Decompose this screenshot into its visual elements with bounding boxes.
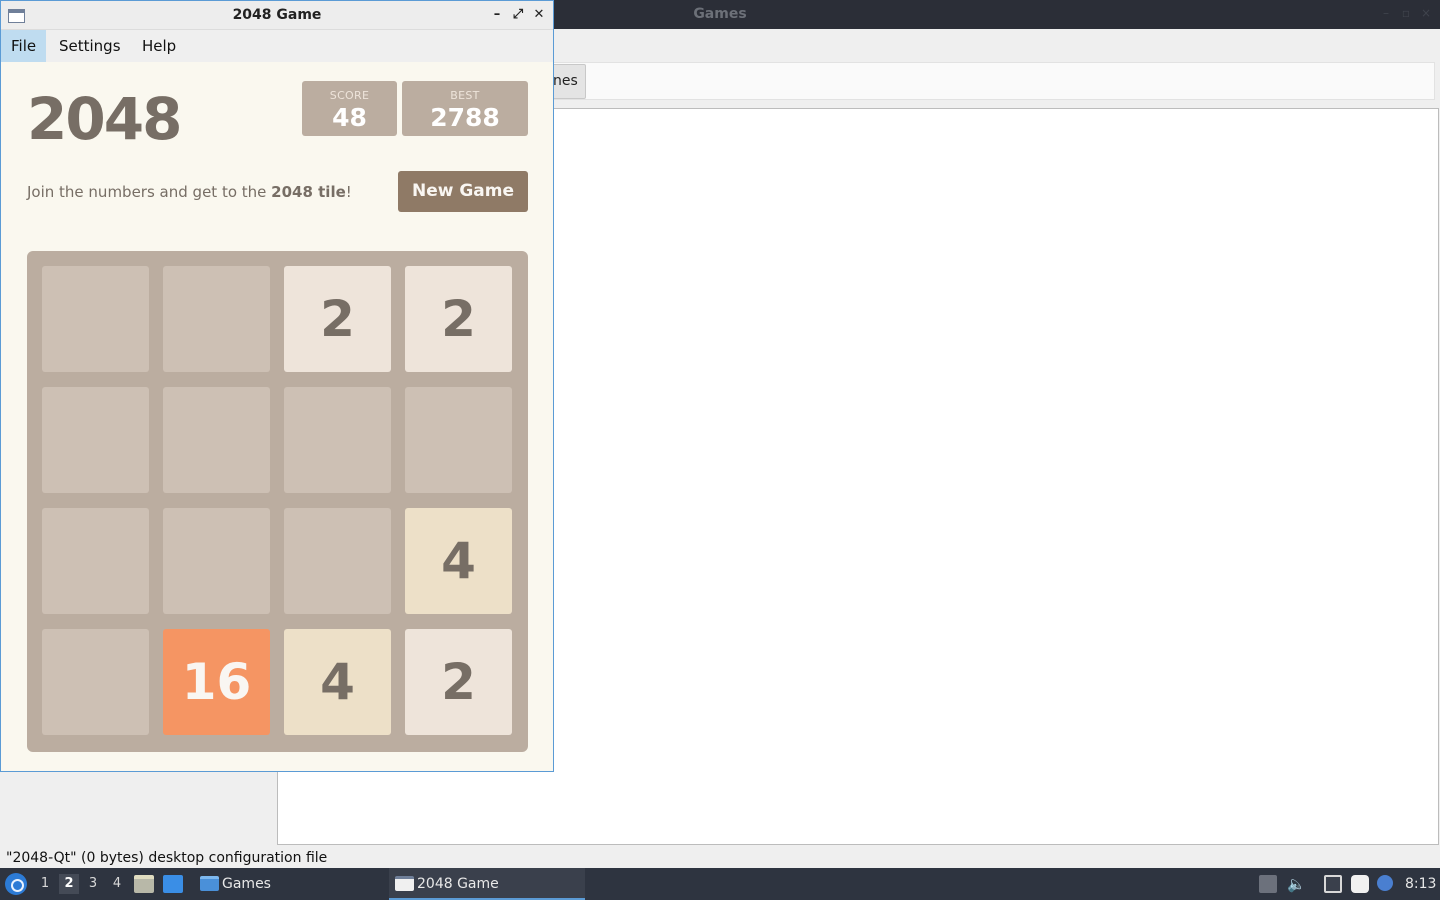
window-icon (395, 876, 414, 891)
tagline-text: Join the numbers and get to the (27, 183, 272, 201)
game-area: 2048 SCORE 48 BEST 2788 Join the numbers… (1, 62, 553, 771)
tile-r0-c3: 2 (405, 266, 512, 372)
volume-icon[interactable]: 🔈 (1287, 875, 1306, 893)
bg-maximize-icon[interactable]: ▫ (1400, 7, 1412, 19)
best-label: BEST (450, 89, 480, 102)
tile-r2-c3: 4 (405, 508, 512, 614)
tile-r3-c2: 4 (284, 629, 391, 735)
tile-r3-c1: 16 (163, 629, 270, 735)
start-menu-icon[interactable] (5, 873, 27, 895)
game-title: 2048 (27, 85, 182, 153)
file-manager-launcher-icon[interactable] (134, 875, 154, 893)
tile-r0-c1 (163, 266, 270, 372)
game-window: 2048 Game – ⤢ ✕ File Settings Help 2048 … (0, 0, 554, 772)
workspace-1[interactable]: 1 (35, 874, 55, 894)
bg-minimize-icon[interactable]: – (1380, 7, 1392, 19)
task-games[interactable]: Games (194, 868, 384, 900)
task-2048-game[interactable]: 2048 Game (389, 868, 585, 900)
best-value: 2788 (430, 103, 500, 132)
best-box: BEST 2788 (402, 81, 528, 136)
menu-settings[interactable]: Settings (49, 30, 131, 62)
tile-r1-c2 (284, 387, 391, 493)
window-titlebar[interactable]: 2048 Game – ⤢ ✕ (1, 1, 553, 30)
path-tab-label: nes (553, 73, 578, 89)
taskbar: 1 2 3 4 Games 2048 Game 🔈 8:13 (0, 868, 1440, 900)
tile-r1-c3 (405, 387, 512, 493)
clock[interactable]: 8:13 (1405, 868, 1436, 900)
new-game-button[interactable]: New Game (398, 171, 528, 212)
tile-r3-c3: 2 (405, 629, 512, 735)
task-2048-label: 2048 Game (417, 876, 499, 892)
score-box: SCORE 48 (302, 81, 397, 136)
score-label: SCORE (329, 89, 370, 102)
tile-r2-c2 (284, 508, 391, 614)
network-icon[interactable] (1324, 875, 1342, 893)
tagline-end: ! (345, 183, 352, 201)
minimize-icon[interactable]: – (489, 7, 505, 23)
tile-r3-c0 (42, 629, 149, 735)
game-tagline: Join the numbers and get to the 2048 til… (27, 181, 352, 203)
bg-close-icon[interactable]: × (1420, 7, 1432, 19)
desktop-icon[interactable] (163, 875, 183, 893)
tile-r1-c1 (163, 387, 270, 493)
window-title: 2048 Game (232, 7, 322, 23)
workspace-3[interactable]: 3 (83, 874, 103, 894)
workspace-4[interactable]: 4 (107, 874, 127, 894)
tile-r2-c0 (42, 508, 149, 614)
tile-r0-c2: 2 (284, 266, 391, 372)
path-bar[interactable] (520, 62, 1435, 100)
maximize-icon[interactable]: ⤢ (510, 7, 526, 23)
tile-r2-c1 (163, 508, 270, 614)
menu-bar: File Settings Help (1, 30, 553, 62)
clipboard-icon[interactable] (1351, 875, 1369, 893)
status-bar-text: "2048-Qt" (0 bytes) desktop configuratio… (6, 850, 328, 866)
tile-r0-c0 (42, 266, 149, 372)
game-board[interactable]: 2 2 4 16 4 2 (27, 251, 528, 752)
menu-file[interactable]: File (1, 30, 47, 62)
score-value: 48 (332, 103, 367, 132)
folder-icon (200, 876, 219, 891)
workspace-2[interactable]: 2 (59, 874, 79, 894)
close-icon[interactable]: ✕ (531, 7, 547, 23)
task-games-label: Games (222, 876, 271, 892)
update-notifier-icon[interactable] (1377, 875, 1393, 891)
tagline-goal: 2048 tile (271, 183, 346, 201)
tile-r1-c0 (42, 387, 149, 493)
eject-icon[interactable] (1259, 875, 1277, 893)
menu-help[interactable]: Help (132, 30, 186, 62)
